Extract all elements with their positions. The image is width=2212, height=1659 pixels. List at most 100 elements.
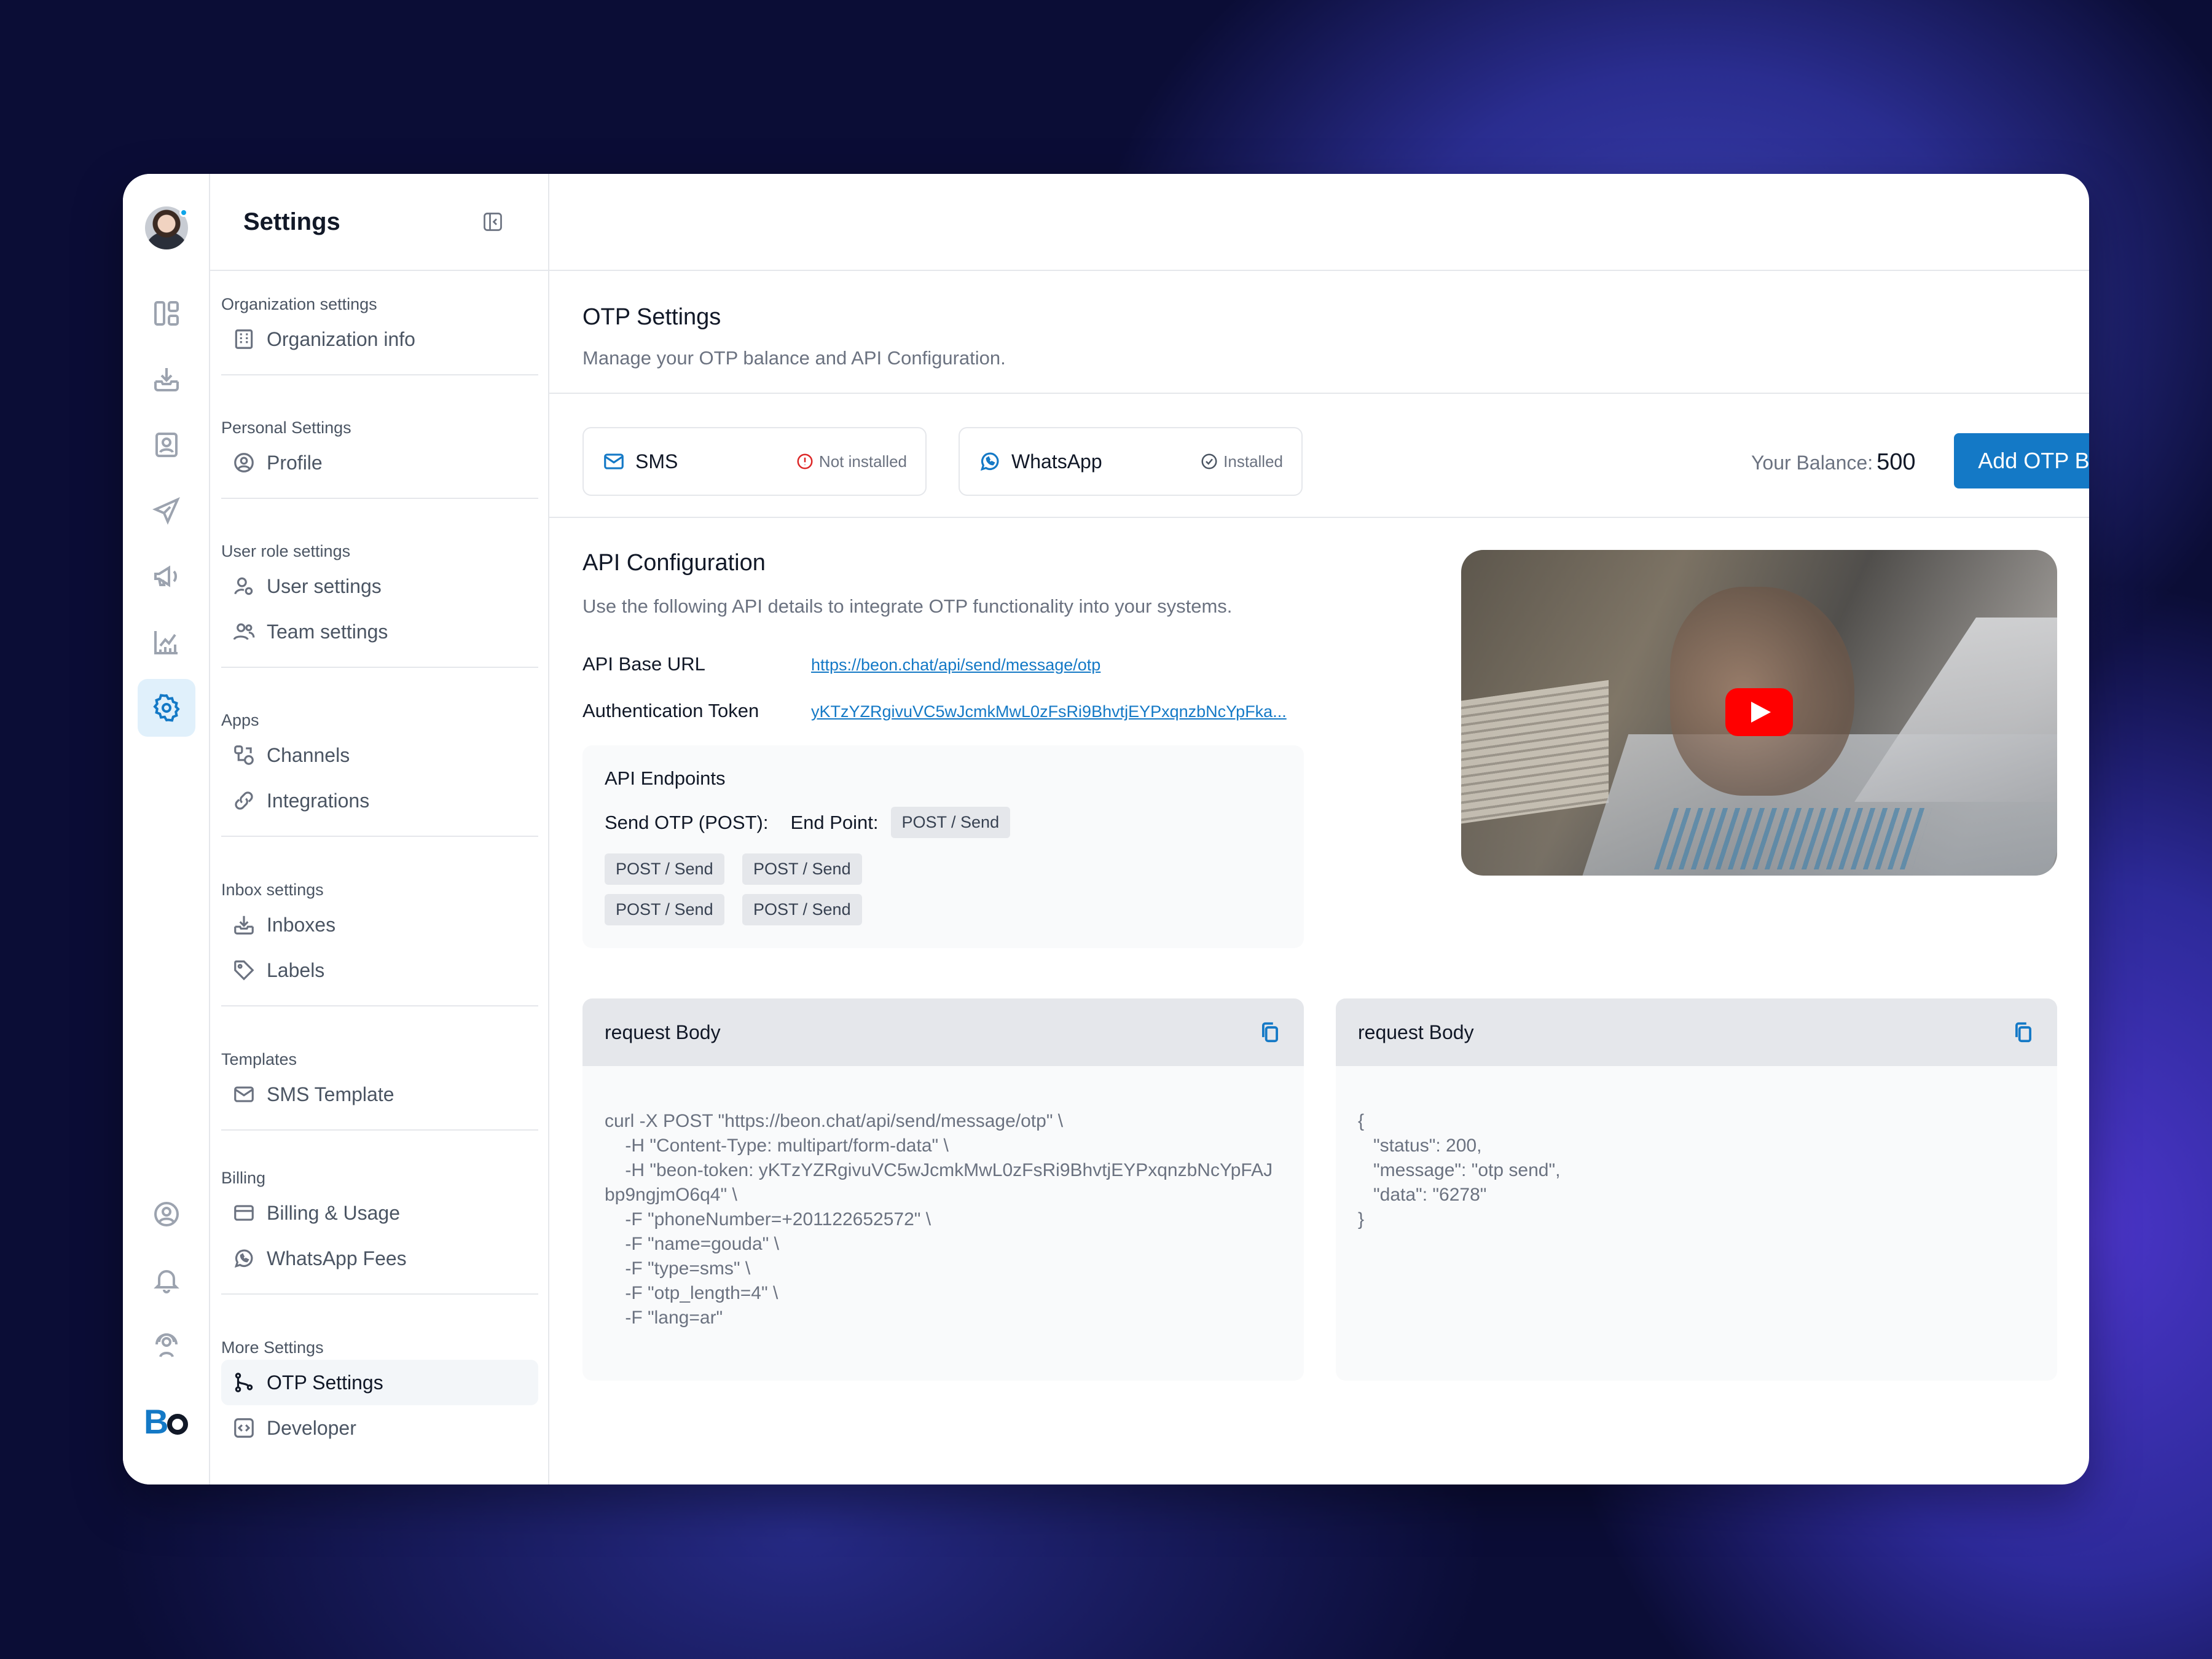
nav-item-team-settings[interactable]: Team settings [221,609,538,654]
section-personal: Personal Settings Profile [221,415,538,499]
video-thumbnail-books [1461,680,1609,826]
check-circle-icon [1201,453,1217,469]
building-icon [235,329,253,349]
channel-card-whatsapp[interactable]: WhatsApp Installed [959,427,1303,496]
balance-display: Your Balance: 500 [1751,449,1915,476]
nav-item-channels[interactable]: Channels [221,732,538,778]
code-card-title: request Body [1358,1021,1474,1043]
section-apps: Apps Channels Integrations [221,708,538,837]
section-label: More Settings [221,1338,324,1357]
tag-icon [234,960,254,981]
megaphone-icon [154,565,177,587]
team-icon [233,623,255,640]
copy-icon[interactable] [1258,1021,1282,1044]
main-content: OTP Settings Manage your OTP balance and… [549,174,2089,1484]
divider [221,667,538,668]
play-icon[interactable] [1725,688,1793,736]
divider [221,1293,538,1295]
nav-item-user-settings[interactable]: User settings [221,563,538,609]
nav-item-developer[interactable]: Developer [221,1405,538,1451]
nav-item-label: SMS Template [267,1083,394,1105]
nav-item-billing-usage[interactable]: Billing & Usage [221,1190,538,1236]
rail-reports[interactable] [138,613,195,671]
balance-label: Your Balance: [1751,452,1873,474]
status-badge: Not installed [796,452,907,471]
channel-card-sms[interactable]: SMS Not installed [582,427,927,496]
status-text: Installed [1223,452,1283,471]
balance-value: 500 [1877,449,1916,475]
dashboard-icon [154,301,179,326]
section-inbox: Inbox settings Inboxes Labels [221,877,538,1006]
brand-logo: B [144,1402,189,1441]
rail-dashboard[interactable] [138,284,195,342]
nav-title: Settings [243,208,340,235]
rail-contacts[interactable] [138,416,195,474]
code-card-title: request Body [605,1021,721,1043]
nav-item-label: OTP Settings [267,1371,383,1394]
rail-settings[interactable] [138,679,195,737]
endpoint-chip[interactable]: POST / Send [605,894,724,925]
nav-item-otp-settings[interactable]: OTP Settings [221,1360,538,1405]
rail-account[interactable] [138,1185,195,1243]
status-text: Not installed [818,452,907,471]
rail-support[interactable] [138,1317,195,1375]
section-billing: Billing Billing & Usage WhatsApp Fees [221,1166,538,1295]
nav-item-labels[interactable]: Labels [221,947,538,993]
page-subtitle: Manage your OTP balance and API Configur… [582,347,1006,369]
inbox-download-icon [154,368,179,391]
tutorial-video[interactable] [1461,550,2057,876]
api-base-url-link[interactable]: https://beon.chat/api/send/message/otp [811,656,1100,675]
endpoint-chip[interactable]: POST / Send [890,807,1011,838]
rail-campaigns[interactable] [138,547,195,605]
inbox-download-icon [234,916,254,935]
nav-item-organization-info[interactable]: Organization info [221,316,538,362]
send-icon [152,497,180,525]
video-thumbnail-laptop [1854,618,2057,802]
nav-item-label: Inboxes [267,913,336,936]
mail-icon [604,453,624,469]
contacts-icon [155,433,178,457]
section-templates: Templates SMS Template [221,1047,538,1131]
endpoints-title: API Endpoints [605,767,726,789]
add-otp-balance-button[interactable]: Add OTP Balance [1954,433,2089,488]
nav-item-sms-template[interactable]: SMS Template [221,1072,538,1117]
endpoint-label: End Point: [790,811,879,833]
copy-icon[interactable] [2012,1021,2035,1044]
video-thumbnail-chart [1653,808,1932,869]
section-label: Templates [221,1050,297,1069]
nav-item-whatsapp-fees[interactable]: WhatsApp Fees [221,1236,538,1281]
mail-icon [234,1086,254,1102]
link-icon [235,791,253,810]
section-user-role: User role settings User settings Team se… [221,539,538,668]
divider [549,393,2089,394]
rail-inbox[interactable] [138,350,195,408]
auth-token-link[interactable]: yKTzYZRgivuVC5wJcmkMwL0zFsRi9BhvtjEYPxqn… [811,702,1287,721]
icon-rail: B [123,174,210,1484]
rail-notifications[interactable] [138,1251,195,1309]
credit-card-icon [234,1205,254,1221]
api-config-subtitle: Use the following API details to integra… [582,595,1233,617]
nav-item-profile[interactable]: Profile [221,440,538,485]
rail-send[interactable] [138,482,195,539]
endpoint-chip[interactable]: POST / Send [605,853,724,885]
app-window: B Settings Organization settings Organiz… [123,174,2089,1484]
bell-icon [154,1270,179,1293]
channels-icon [234,745,254,765]
nav-item-label: Integrations [267,789,370,812]
user-settings-icon [234,577,253,595]
section-more: More Settings OTP Settings Developer [221,1335,538,1451]
api-config-title: API Configuration [582,550,766,576]
endpoint-chip[interactable]: POST / Send [742,853,862,885]
logo-letter: B [144,1402,169,1441]
nav-item-inboxes[interactable]: Inboxes [221,902,538,947]
nav-item-integrations[interactable]: Integrations [221,778,538,823]
divider [221,498,538,499]
git-branch-icon [235,1373,253,1392]
collapse-sidebar-icon[interactable] [482,211,504,233]
endpoint-chip[interactable]: POST / Send [742,894,862,925]
section-label: Organization settings [221,295,377,313]
alert-circle-icon [797,453,813,469]
nav-item-label: Labels [267,959,325,981]
divider [221,374,538,375]
user-circle-icon [234,453,254,473]
